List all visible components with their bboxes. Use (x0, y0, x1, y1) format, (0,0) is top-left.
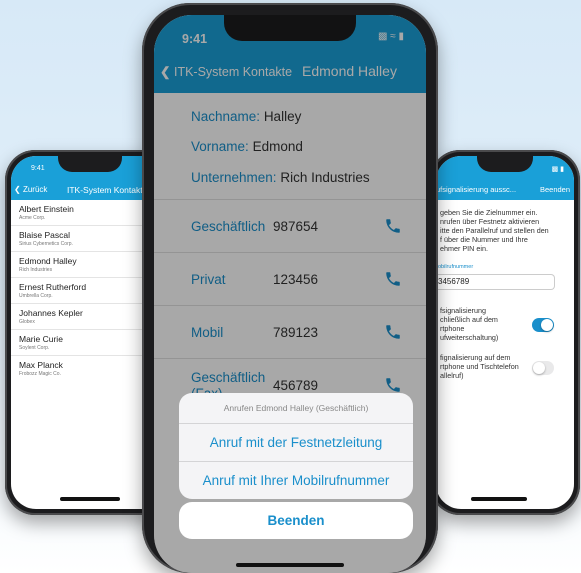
contact-name: Max Planck (19, 360, 63, 370)
right-phone: ufsignalisierung aussc... Beenden ▩ ▮ ge… (430, 150, 580, 515)
option-1-text: fsignalisierung chließlich auf dem rtpho… (440, 306, 499, 342)
contact-company: Sirius Cybernetics Corp. (19, 241, 73, 247)
mobile-number-label: obilrufnummer (438, 264, 474, 270)
call-mobile-button[interactable]: Anruf mit Ihrer Mobilrufnummer (179, 462, 413, 499)
contact-company: Rich Industries (19, 267, 53, 273)
contact-name: Albert Einstein (19, 204, 74, 214)
contact-company: Umbrella Corp. (19, 293, 53, 299)
contact-company: Globex (19, 319, 35, 325)
contact-name: Blaise Pascal (19, 230, 71, 240)
contact-name: Edmond Halley (19, 256, 77, 266)
battery-icon: ▮ (560, 166, 564, 173)
home-indicator[interactable] (236, 563, 344, 567)
action-sheet: Anrufen Edmond Halley (Geschäftlich) Anr… (179, 393, 413, 499)
contact-company: Frobozz Magic Co. (19, 371, 61, 377)
option-2-toggle[interactable] (532, 361, 554, 375)
mobile-number-field[interactable]: 3456789 (436, 274, 555, 290)
right-nav-title: ufsignalisierung aussc... (436, 185, 517, 194)
home-indicator[interactable] (471, 497, 528, 501)
signal-icon: ▩ (551, 166, 559, 173)
contact-name: Johannes Kepler (19, 308, 83, 318)
left-nav-title: ITK-System Kontakte (67, 185, 148, 195)
notch (58, 156, 122, 172)
option-2-text: fignalisierung auf dem rtphone und Tisch… (440, 353, 519, 380)
cancel-button[interactable]: Beenden (179, 502, 413, 539)
center-phone: 9:41 ▩ ≈ ▮ ❮ ITK-System Kontakte Edmond … (142, 3, 438, 573)
done-button[interactable]: Beenden (540, 185, 570, 194)
contact-name: Ernest Rutherford (19, 282, 87, 292)
call-landline-button[interactable]: Anruf mit der Festnetzleitung (179, 424, 413, 462)
right-screen: ufsignalisierung aussc... Beenden ▩ ▮ ge… (436, 156, 574, 509)
option-1-toggle[interactable] (532, 318, 554, 332)
contact-company: Acme Corp. (19, 215, 46, 221)
left-back-button[interactable]: ❮ Zurück (14, 185, 47, 194)
action-sheet-header: Anrufen Edmond Halley (Geschäftlich) (179, 393, 413, 424)
center-screen: 9:41 ▩ ≈ ▮ ❮ ITK-System Kontakte Edmond … (154, 15, 426, 573)
right-status-icons: ▩ ▮ (552, 165, 564, 173)
left-status-time: 9:41 (31, 165, 45, 172)
notch (477, 156, 533, 172)
contact-company: Soylent Corp. (19, 345, 50, 351)
info-text: geben Sie die Zielnummer ein. nrufen übe… (440, 208, 549, 253)
home-indicator[interactable] (60, 497, 120, 501)
contact-name: Marie Curie (19, 334, 63, 344)
back-chevron-icon: ❮ (14, 185, 21, 194)
